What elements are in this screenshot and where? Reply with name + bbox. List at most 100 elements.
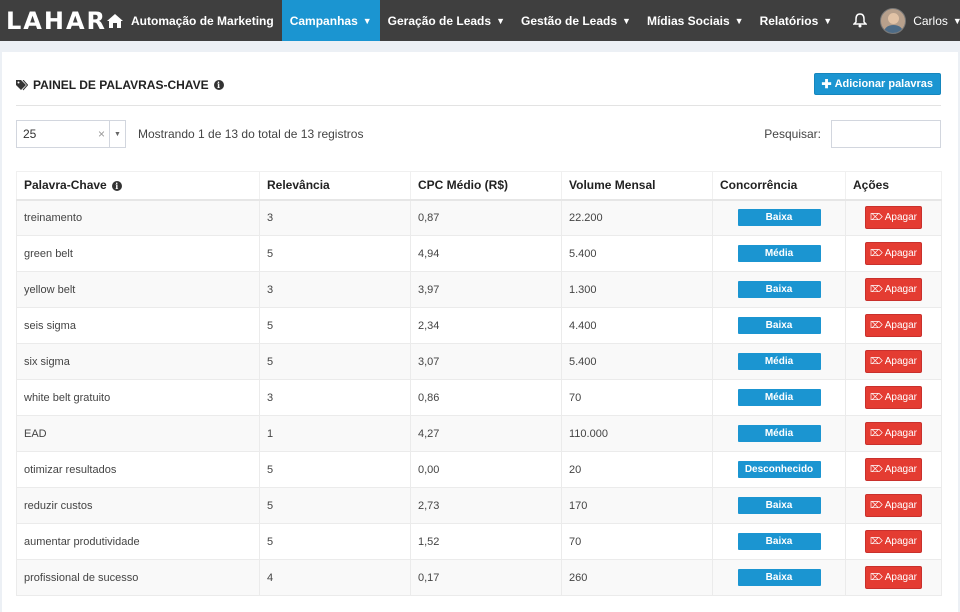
delete-button[interactable]: ⌦ Apagar [865,422,922,445]
competition-badge: Baixa [737,569,821,586]
add-keywords-label: Adicionar palavras [834,78,933,90]
competition-badge: Média [737,245,821,262]
page-size-value: 25 [23,127,37,141]
table-controls: 25 × ▼ Mostrando 1 de 13 do total de 13 … [16,120,941,148]
volume-cell: 170 [561,487,713,524]
header-relevance[interactable]: Relevância [259,171,411,201]
delete-label: Apagar [884,320,917,331]
delete-button[interactable]: ⌦ Apagar [865,386,922,409]
nav-relatorios[interactable]: Relatórios ▼ [752,0,841,41]
cpc-cell: 2,34 [410,307,562,344]
competition-badge: Média [737,353,821,370]
header-keyword[interactable]: Palavra-Chave i [16,171,260,201]
clear-icon[interactable]: × [98,127,109,141]
delete-button[interactable]: ⌦ Apagar [865,278,922,301]
user-menu[interactable]: Carlos ▼ [880,7,960,34]
cpc-cell: 0,17 [410,559,562,596]
table-row: green belt 5 4,94 5.400 Média ⌦ Apagar [16,235,942,272]
delete-label: Apagar [884,212,917,224]
delete-label: Apagar [884,356,917,367]
home-button[interactable] [107,0,124,41]
competition-cell: Média [712,343,846,380]
nav-gestao-leads[interactable]: Gestão de Leads ▼ [513,0,639,41]
top-navbar: LAHAR Automação de Marketing Campanhas ▼ … [0,0,960,41]
info-icon[interactable]: i [213,80,224,90]
header-volume[interactable]: Volume Mensal [561,171,713,201]
bell-icon [853,13,868,28]
user-name: Carlos [913,13,948,28]
info-icon[interactable]: i [111,181,122,192]
table-row: reduzir custos 5 2,73 170 Baixa ⌦ Apagar [16,487,942,524]
chevron-down-icon: ▼ [362,15,372,26]
competition-badge: Baixa [737,281,821,298]
keyword-cell: white belt gratuito [16,379,260,416]
notifications-button[interactable] [840,13,880,28]
keyword-cell: green belt [16,235,260,272]
keyword-cell: six sigma [16,343,260,380]
delete-button[interactable]: ⌦ Apagar [865,242,922,265]
actions-cell: ⌦ Apagar [845,307,942,344]
delete-button[interactable]: ⌦ Apagar [865,494,922,517]
volume-cell: 4.400 [561,307,713,344]
chevron-down-icon[interactable]: ▼ [109,121,125,147]
actions-cell: ⌦ Apagar [845,451,942,488]
table-row: profissional de sucesso 4 0,17 260 Baixa ⌦ Apa… [16,559,942,596]
volume-cell: 5.400 [561,235,713,272]
nav-midias-sociais[interactable]: Mídias Sociais ▼ [639,0,752,41]
header-cpc[interactable]: CPC Médio (R$) [410,171,562,201]
nav-item-label: Relatórios [759,13,819,28]
competition-cell: Baixa [712,487,846,524]
competition-cell: Desconhecido [712,451,846,488]
competition-cell: Baixa [712,559,846,596]
volume-cell: 70 [561,523,713,560]
relevance-cell: 3 [259,199,411,236]
logo-text: LAHAR [6,6,108,35]
actions-cell: ⌦ Apagar [845,559,942,596]
keyword-cell: otimizar resultados [16,451,260,488]
table-row: yellow belt 3 3,97 1.300 Baixa ⌦ Apagar [16,271,942,308]
chevron-down-icon: ▼ [952,15,960,26]
relevance-cell: 5 [259,523,411,560]
cpc-cell: 3,97 [410,271,562,308]
chevron-down-icon: ▼ [734,15,744,26]
table-row: aumentar produtividade 5 1,52 70 Baixa ⌦ Apaga… [16,523,942,560]
actions-cell: ⌦ Apagar [845,271,942,308]
nav-item-label: Mídias Sociais [646,13,730,28]
search-input[interactable] [831,120,941,148]
keywords-panel: PAINEL DE PALAVRAS-CHAVE i ✚ Adicionar p… [2,52,958,612]
volume-cell: 1.300 [561,271,713,308]
table-row: EAD 1 4,27 110.000 Média ⌦ Apagar [16,415,942,452]
delete-label: Apagar [884,536,917,547]
volume-cell: 110.000 [561,415,713,452]
nav-campanhas[interactable]: Campanhas ▼ [281,0,380,41]
delete-label: Apagar [884,392,917,403]
chevron-down-icon: ▼ [823,15,833,26]
delete-button[interactable]: ⌦ Apagar [865,530,922,553]
cpc-cell: 3,07 [410,343,562,380]
volume-cell: 260 [561,559,713,596]
keyword-cell: treinamento [16,199,260,236]
delete-button[interactable]: ⌦ Apagar [865,566,922,589]
delete-label: Apagar [884,500,917,511]
competition-badge: Baixa [737,209,821,227]
delete-button[interactable]: ⌦ Apagar [865,206,922,230]
page-title-text: PAINEL DE PALAVRAS-CHAVE [33,78,209,92]
nav-geracao-leads[interactable]: Geração de Leads ▼ [380,0,513,41]
navbar-right: Carlos ▼ [840,0,960,41]
nav-automacao-marketing[interactable]: Automação de Marketing [123,0,282,41]
actions-cell: ⌦ Apagar [845,343,942,380]
delete-button[interactable]: ⌦ Apagar [865,458,922,481]
delete-button[interactable]: ⌦ Apagar [865,350,922,373]
add-keywords-button[interactable]: ✚ Adicionar palavras [813,73,941,95]
table-row: seis sigma 5 2,34 4.400 Baixa ⌦ Apagar [16,307,942,344]
relevance-cell: 1 [259,415,411,452]
trash-icon: ⌦ [870,320,883,330]
header-competition[interactable]: Concorrência [712,171,846,201]
logo[interactable]: LAHAR [0,0,107,41]
page-size-select[interactable]: 25 × ▼ [16,120,126,148]
delete-button[interactable]: ⌦ Apagar [865,314,922,337]
relevance-cell: 3 [259,379,411,416]
trash-icon: ⌦ [870,248,883,258]
actions-cell: ⌦ Apagar [845,199,942,236]
nav-item-label: Campanhas [289,13,358,28]
